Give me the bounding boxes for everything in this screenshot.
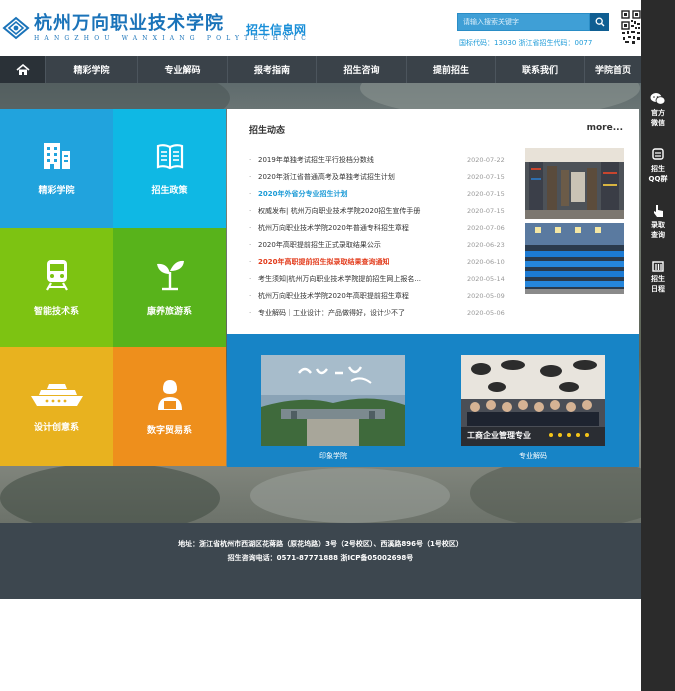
search-input[interactable] xyxy=(457,13,590,31)
nav-item-baokao[interactable]: 报考指南 xyxy=(227,56,316,83)
library-photo[interactable] xyxy=(525,148,624,219)
sidebar-item-query[interactable]: 录取查询 xyxy=(641,204,675,240)
footer-address: 地址：浙江省杭州市西湖区花蒋路（原花坞路）3号（2号校区）、西溪路896号（1号… xyxy=(178,540,463,548)
feature-band: 印象学院 工商企业管理专业 专业解码 xyxy=(227,334,639,467)
footer: 地址：浙江省杭州市西湖区花蒋路（原花坞路）3号（2号校区）、西溪路896号（1号… xyxy=(0,523,641,599)
tile-zhengce[interactable]: 招生政策 xyxy=(113,109,226,228)
news-item[interactable]: · 专业解码｜工业设计：产品做得好，设计少不了 2020-05-06 xyxy=(249,304,509,321)
tile-label: 智能技术系 xyxy=(33,307,79,317)
ship-icon xyxy=(30,384,83,406)
page: 杭州万向职业技术学院 HANGZHOU WANXIANG POLYTECHNIC… xyxy=(0,0,675,691)
building-icon xyxy=(43,143,70,169)
right-sidebar: 官方微信 招生QQ群 录取查询 招生日程 xyxy=(641,0,675,691)
tile-jingcai[interactable]: 精彩学院 xyxy=(0,109,113,228)
nav-item-jingcai[interactable]: 精彩学院 xyxy=(45,56,137,83)
slider-dot[interactable] xyxy=(576,433,580,437)
nav-home-button[interactable] xyxy=(0,56,45,83)
tile-label: 精彩学院 xyxy=(38,186,75,196)
admission-codes: 国标代码：13030 浙江省招生代码：0077 xyxy=(459,39,593,47)
campus-impression-caption: 印象学院 xyxy=(319,452,347,460)
news-list: · 2019年单独考试招生平行投档分数线 2020-07-22 · 2020年浙江省普… xyxy=(249,151,509,321)
news-item[interactable]: · 2020年外省分专业招生计划 2020-07-15 xyxy=(249,185,509,202)
tile-shuzi[interactable]: 数字贸易系 xyxy=(113,347,226,466)
news-more-link[interactable]: more... xyxy=(587,123,623,133)
major-decode-caption: 专业解码 xyxy=(519,452,547,460)
person-icon xyxy=(157,380,182,410)
tile-label: 数字贸易系 xyxy=(146,426,192,436)
pointer-icon xyxy=(654,205,663,217)
calendar-icon xyxy=(652,261,664,272)
news-panel: 招生动态 more... · 2019年单独考试招生平行投档分数线 2020-07-… xyxy=(227,109,639,334)
tile-kangyang[interactable]: 康养旅游系 xyxy=(113,228,226,347)
campus-impression-card[interactable] xyxy=(261,355,405,446)
tile-label: 招生政策 xyxy=(151,186,188,196)
nav-item-tiqian[interactable]: 提前招生 xyxy=(406,56,495,83)
sidebar-item-wechat[interactable]: 官方微信 xyxy=(641,92,675,128)
tile-sheji[interactable]: 设计创意系 xyxy=(0,347,113,466)
header: 杭州万向职业技术学院 HANGZHOU WANXIANG POLYTECHNIC… xyxy=(0,0,641,56)
main-nav: 精彩学院 专业解码 报考指南 招生咨询 提前招生 联系我们 学院首页 xyxy=(0,56,641,83)
slider-dot[interactable] xyxy=(549,433,553,437)
wechat-icon xyxy=(650,93,666,105)
sidebar-label: 招生QQ群 xyxy=(648,165,668,183)
nav-item-shouye[interactable]: 学院首页 xyxy=(584,56,641,83)
search-box xyxy=(457,13,609,31)
qr-code-icon xyxy=(621,10,641,46)
tile-label: 康养旅游系 xyxy=(146,307,192,317)
news-heading: 招生动态 xyxy=(249,126,286,136)
news-item[interactable]: · 杭州万向职业技术学院2020年普通专科招生章程 2020-07-06 xyxy=(249,219,509,236)
sidebar-label: 录取查询 xyxy=(651,221,665,239)
footer-contact: 招生咨询电话：0571-87771888 浙ICP备05002698号 xyxy=(227,554,414,562)
slider-dots xyxy=(549,433,589,437)
sidebar-label: 官方微信 xyxy=(651,109,665,127)
news-item[interactable]: · 2020年高职提前招生正式录取结果公示 2020-06-23 xyxy=(249,236,509,253)
news-item[interactable]: · 2019年单独考试招生平行投档分数线 2020-07-22 xyxy=(249,151,509,168)
nav-item-zixun[interactable]: 招生咨询 xyxy=(316,56,406,83)
home-icon xyxy=(15,63,30,75)
slider-dot[interactable] xyxy=(585,433,589,437)
search-icon xyxy=(595,17,604,27)
news-item[interactable]: · 杭州万向职业技术学院2020年高职提前招生章程 2020-05-09 xyxy=(249,287,509,304)
book-icon xyxy=(156,144,183,170)
qq-icon xyxy=(652,148,664,160)
train-icon xyxy=(45,260,68,291)
news-item[interactable]: · 2020年高职提前招生拟录取结果查询通知 2020-06-10 xyxy=(249,253,509,270)
nav-item-zhuanye[interactable]: 专业解码 xyxy=(137,56,227,83)
sprout-icon xyxy=(156,260,184,291)
major-decode-card[interactable]: 工商企业管理专业 xyxy=(461,355,605,446)
sidebar-item-schedule[interactable]: 招生日程 xyxy=(641,260,675,294)
site-name: 招生信息网 xyxy=(246,23,307,37)
slider-dot[interactable] xyxy=(558,433,562,437)
search-button[interactable] xyxy=(590,13,609,31)
news-item[interactable]: · 考生须知|杭州万向职业技术学院提前招生网上报名... 2020-05-14 xyxy=(249,270,509,287)
major-decode-overlay: 工商企业管理专业 xyxy=(467,431,531,440)
tile-zhineng[interactable]: 智能技术系 xyxy=(0,228,113,347)
tile-label: 设计创意系 xyxy=(33,423,79,433)
news-item[interactable]: · 权威发布| 杭州万向职业技术学院2020招生宣传手册 2020-07-15 xyxy=(249,202,509,219)
sidebar-item-qq[interactable]: 招生QQ群 xyxy=(641,148,675,184)
logo-emblem-icon xyxy=(2,14,30,42)
news-item[interactable]: · 2020年浙江省普通高考及单独考试招生计划 2020-07-15 xyxy=(249,168,509,185)
sidebar-label: 招生日程 xyxy=(651,275,665,293)
auditorium-photo[interactable] xyxy=(525,223,624,294)
nav-item-lianxi[interactable]: 联系我们 xyxy=(495,56,584,83)
slider-dot[interactable] xyxy=(567,433,571,437)
